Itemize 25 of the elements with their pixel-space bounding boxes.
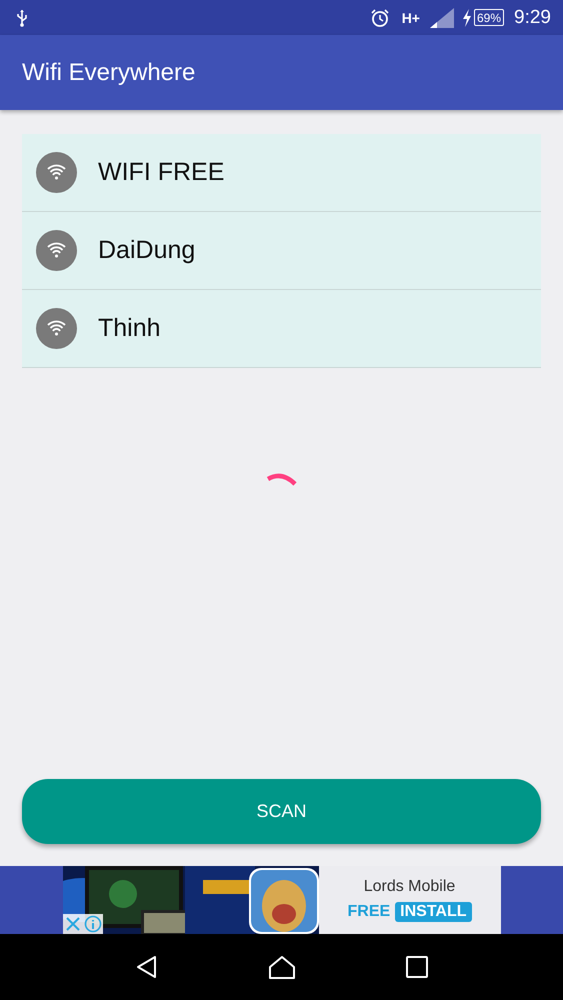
scan-button[interactable]: SCAN [22,779,541,844]
home-icon[interactable] [268,955,296,979]
signal-icon [430,8,454,28]
network-name: Thinh [98,314,161,343]
close-icon[interactable] [62,914,82,934]
usb-icon [16,8,28,26]
clock: 9:29 [514,6,551,28]
ad-price: FREE [347,903,390,921]
network-type: H+ [402,10,420,24]
back-icon[interactable] [134,955,159,979]
wifi-icon [36,308,77,349]
network-item[interactable]: WIFI FREE [22,134,541,212]
ad-banner[interactable]: Lords Mobile FREE INSTALL [62,866,500,934]
network-item[interactable]: Thinh [22,290,541,368]
wifi-icon [36,152,77,193]
app-title: Wifi Everywhere [22,58,196,86]
ad-title: Lords Mobile [364,878,456,896]
charging-icon [462,8,472,26]
network-name: DaiDung [98,236,196,265]
alarm-icon [370,8,390,28]
network-item[interactable]: DaiDung [22,212,541,290]
wifi-icon [36,230,77,271]
recents-icon[interactable] [406,956,428,978]
battery-indicator: 69% [474,9,504,26]
network-name: WIFI FREE [98,158,224,187]
